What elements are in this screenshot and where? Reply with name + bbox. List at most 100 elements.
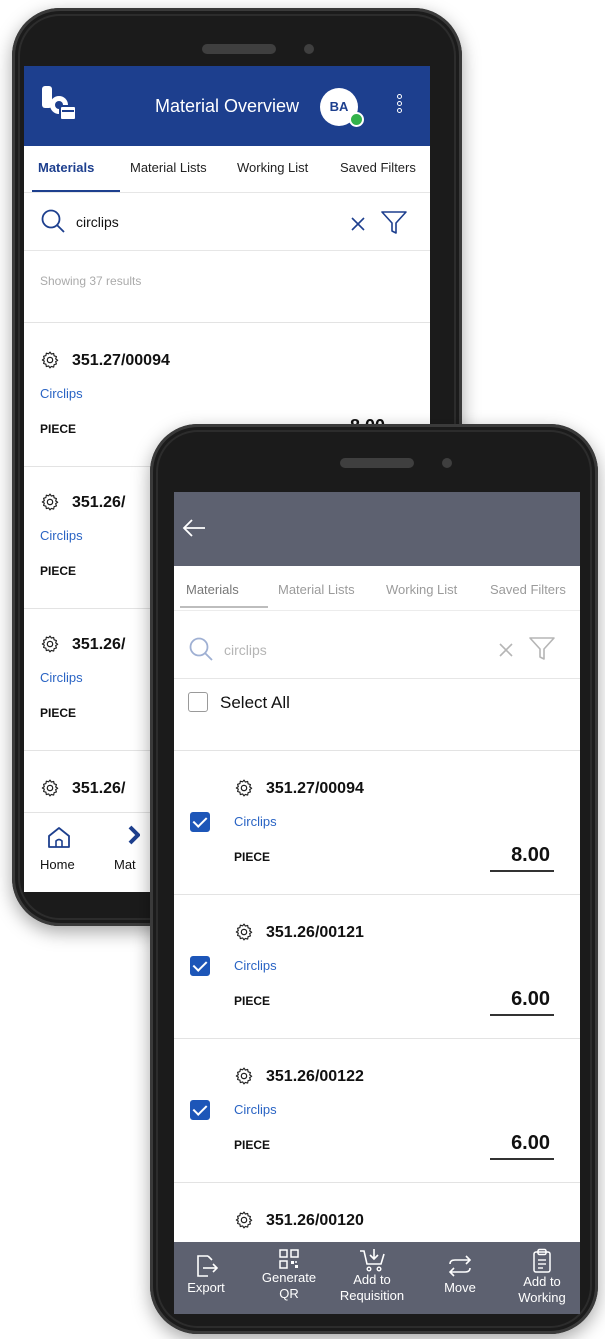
action-label: Working — [518, 1290, 566, 1305]
search-bar: circlips — [24, 192, 430, 251]
qr-code-icon — [279, 1249, 299, 1269]
material-description: Circlips — [40, 386, 83, 401]
material-description: Circlips — [234, 958, 277, 973]
selection-app-bar — [174, 492, 580, 566]
nav-label: Mat — [114, 857, 136, 872]
material-description: Circlips — [40, 528, 83, 543]
quantity-field[interactable]: 6.00 — [486, 1132, 550, 1155]
action-label: Move — [444, 1280, 476, 1295]
search-bar: circlips — [174, 610, 580, 679]
material-code: 351.26/ — [72, 780, 126, 797]
home-icon — [48, 827, 70, 848]
divider — [174, 1038, 580, 1039]
add-to-requisition-button[interactable]: Add to Requisition — [332, 1242, 412, 1314]
gear-icon — [41, 635, 59, 653]
tab-working-list[interactable]: Working List — [237, 160, 308, 175]
search-icon[interactable] — [188, 636, 214, 662]
tab-saved-filters[interactable]: Saved Filters — [340, 160, 416, 175]
app-title: Material Overview — [154, 96, 300, 116]
move-arrows-icon — [448, 1255, 472, 1277]
front-camera — [304, 44, 314, 54]
gear-icon — [235, 779, 253, 797]
nav-label: Home — [40, 857, 75, 872]
search-icon[interactable] — [40, 208, 66, 234]
generate-qr-button[interactable]: Generate QR — [254, 1242, 324, 1314]
quantity-underline — [490, 870, 554, 872]
add-to-working-button[interactable]: Add to Working — [508, 1242, 576, 1314]
clear-icon[interactable] — [350, 216, 366, 232]
divider — [174, 894, 580, 895]
speaker-grille — [202, 44, 276, 54]
item-checkbox[interactable] — [190, 1100, 210, 1120]
material-code: 351.27/00094 — [72, 352, 170, 369]
tab-working-list[interactable]: Working List — [386, 582, 457, 597]
search-input[interactable]: circlips — [224, 642, 267, 658]
tab-material-lists[interactable]: Material Lists — [278, 582, 355, 597]
more-options-icon[interactable] — [394, 92, 404, 122]
front-camera — [442, 458, 452, 468]
item-checkbox[interactable] — [190, 812, 210, 832]
move-button[interactable]: Move — [430, 1242, 490, 1314]
material-unit: PIECE — [40, 422, 77, 436]
speaker-grille — [340, 458, 414, 468]
material-description: Circlips — [40, 670, 83, 685]
search-input[interactable]: circlips — [76, 214, 119, 230]
tab-materials[interactable]: Materials — [38, 160, 94, 175]
material-unit: PIECE — [40, 706, 77, 720]
export-button[interactable]: Export — [176, 1242, 236, 1314]
multi-select-screen: Materials Material Lists Working List Sa… — [174, 492, 580, 1314]
quantity-field[interactable]: 6.00 — [486, 988, 550, 1011]
material-code: 351.26/00122 — [266, 1068, 364, 1085]
materials-icon — [128, 825, 140, 845]
tab-materials[interactable]: Materials — [186, 582, 239, 597]
gear-icon — [41, 779, 59, 797]
quantity-underline — [490, 1014, 554, 1016]
material-code: 351.26/00121 — [266, 924, 364, 941]
cart-icon — [360, 1249, 385, 1272]
tab-bar: Materials Material Lists Working List Sa… — [24, 146, 430, 193]
filter-icon[interactable] — [528, 636, 556, 662]
action-label: Add to — [523, 1274, 561, 1289]
results-count: Showing 37 results — [40, 274, 142, 288]
material-code: 351.27/00094 — [266, 780, 364, 797]
filter-icon[interactable] — [380, 210, 408, 236]
select-all-checkbox[interactable] — [188, 692, 208, 712]
action-label: Generate — [261, 1270, 317, 1285]
divider — [24, 322, 430, 323]
divider — [174, 750, 580, 751]
action-label: Export — [187, 1280, 225, 1295]
material-unit: PIECE — [234, 1138, 271, 1152]
quantity-field[interactable]: 8.00 — [486, 844, 550, 867]
clipboard-icon — [533, 1248, 551, 1273]
gear-icon — [235, 1067, 253, 1085]
gear-icon — [41, 493, 59, 511]
gear-icon — [41, 351, 59, 369]
back-arrow-icon[interactable] — [182, 518, 206, 538]
bulk-action-bar: Export Generate QR Add to Requisition Mo… — [174, 1242, 580, 1314]
online-status-dot — [349, 112, 364, 127]
material-code: 351.26/ — [72, 636, 126, 653]
app-bar: Material Overview BA — [24, 66, 430, 146]
material-unit: PIECE — [234, 994, 271, 1008]
select-all-label: Select All — [220, 693, 290, 712]
quantity-underline — [490, 1158, 554, 1160]
export-icon — [197, 1255, 219, 1277]
material-unit: PIECE — [234, 850, 271, 864]
active-tab-indicator — [180, 606, 268, 608]
material-code: 351.26/ — [72, 494, 126, 511]
clear-icon[interactable] — [498, 642, 514, 658]
item-checkbox[interactable] — [190, 956, 210, 976]
gear-icon — [235, 923, 253, 941]
material-description: Circlips — [234, 814, 277, 829]
material-description: Circlips — [234, 1102, 277, 1117]
divider — [174, 1182, 580, 1183]
tab-material-lists[interactable]: Material Lists — [130, 160, 207, 175]
tab-bar: Materials Material Lists Working List Sa… — [174, 566, 580, 611]
action-label: Add to — [353, 1272, 391, 1287]
material-unit: PIECE — [40, 564, 77, 578]
tab-saved-filters[interactable]: Saved Filters — [490, 582, 566, 597]
material-code: 351.26/00120 — [266, 1212, 364, 1229]
action-label: QR — [279, 1286, 299, 1301]
gear-icon — [235, 1211, 253, 1229]
action-label: Requisition — [339, 1288, 405, 1303]
